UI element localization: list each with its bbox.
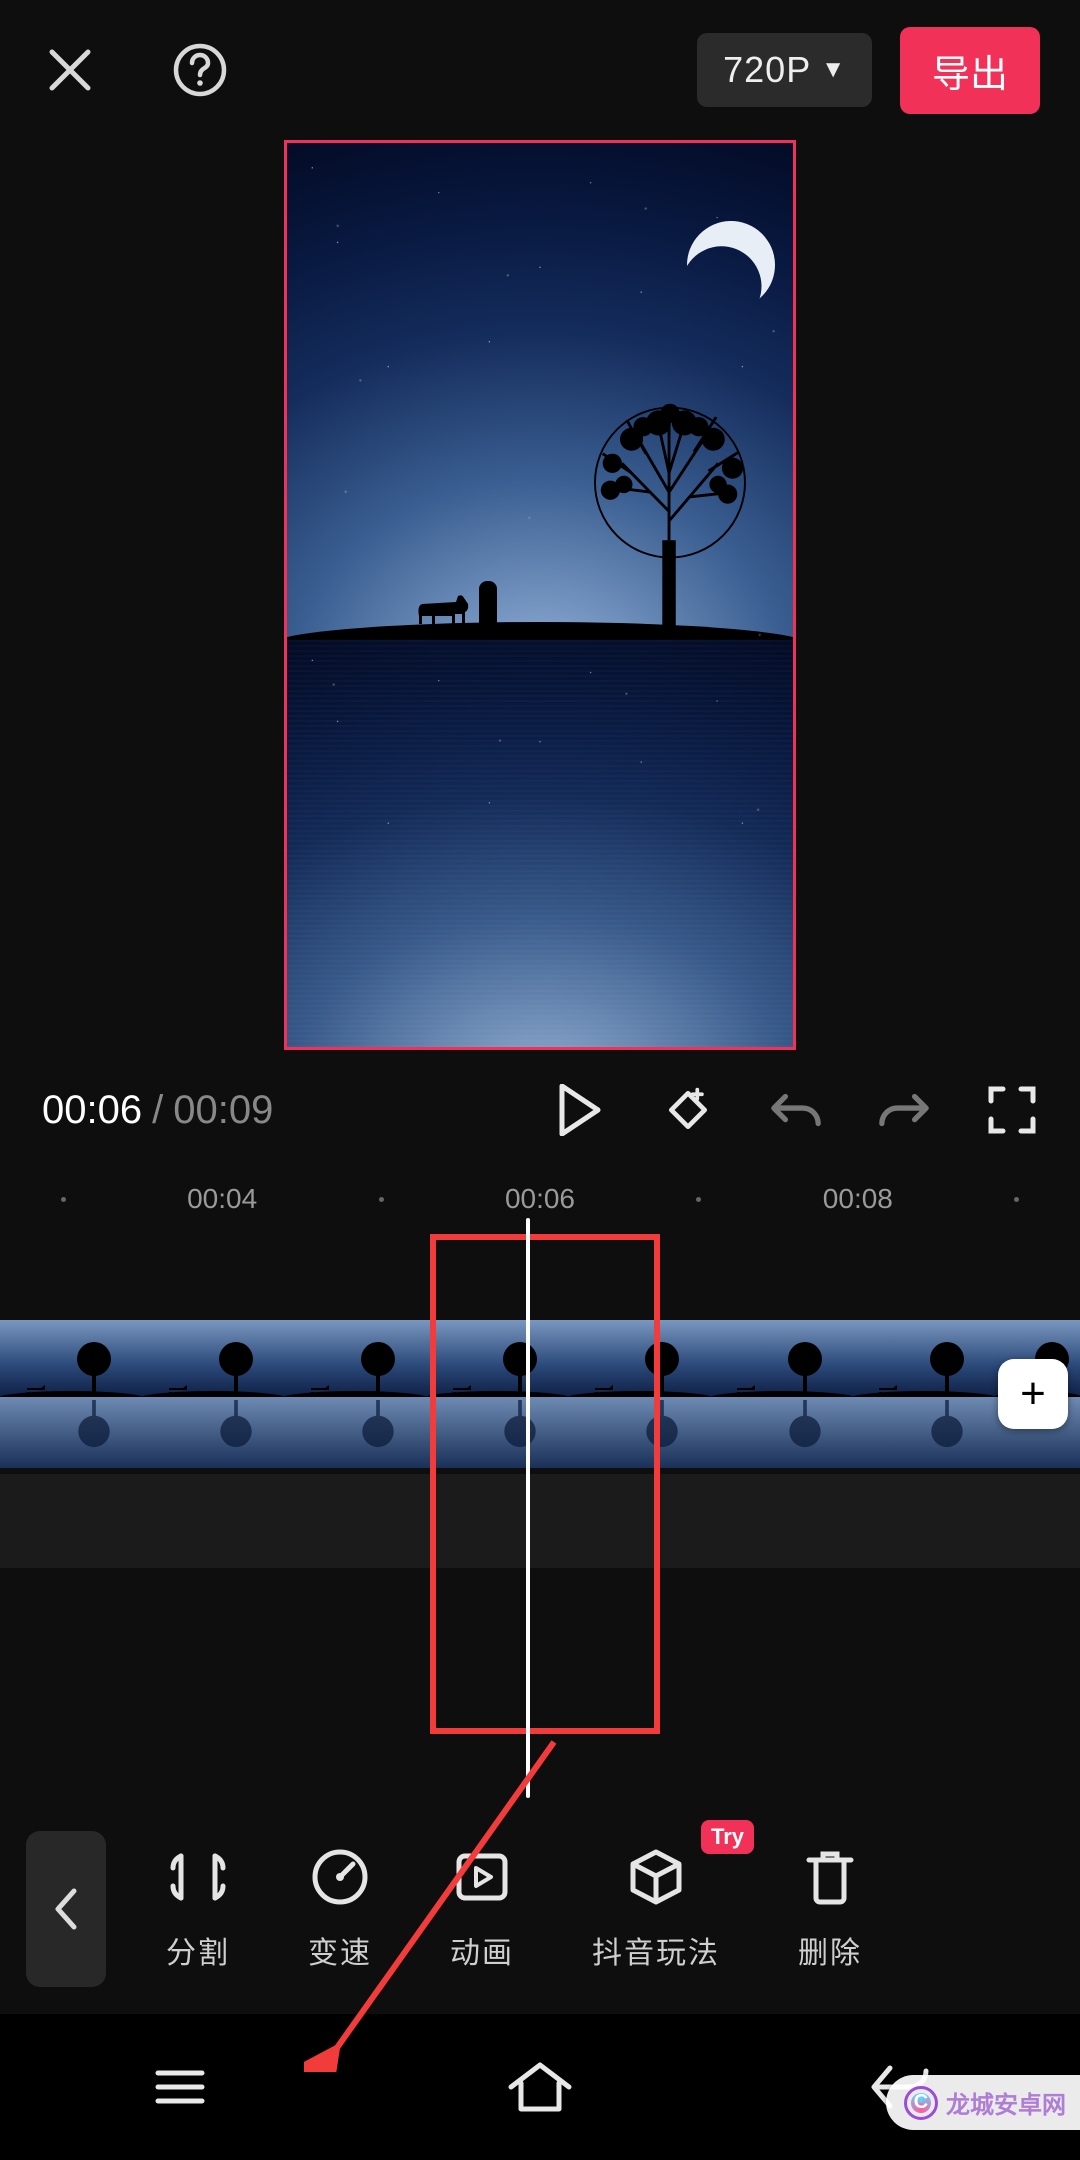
clip-thumbnail[interactable] [568,1320,710,1468]
playhead[interactable] [526,1218,530,1798]
audio-track[interactable] [0,1474,1080,1568]
tool-douyin-effects[interactable]: Try 抖音玩法 [592,1846,720,1972]
video-track[interactable]: + [0,1320,1080,1468]
resolution-label: 720P [723,49,811,91]
caret-down-icon: ▼ [821,56,846,84]
animation-icon [451,1846,513,1908]
redo-button[interactable] [878,1084,930,1136]
tool-label: 分割 [166,1928,230,1972]
keyframe-button[interactable] [662,1084,714,1136]
watermark-logo-icon [904,2086,938,2120]
video-preview[interactable] [284,140,796,1050]
nav-home-button[interactable] [503,2050,577,2124]
plus-icon: + [1020,1369,1046,1419]
tool-delete[interactable]: 删除 [798,1846,862,1972]
clip-thumbnail[interactable] [711,1320,853,1468]
tool-split[interactable]: 分割 [166,1846,230,1972]
cube-icon [625,1846,687,1908]
watermark: 龙城安卓网 [886,2075,1080,2130]
ruler-mark: 00:06 [505,1183,575,1215]
clip-thumbnail[interactable] [284,1320,426,1468]
tool-label: 删除 [798,1928,862,1972]
timeline[interactable]: 00:04 00:06 00:08 + [0,1170,1080,1740]
clip-thumbnail[interactable] [0,1320,142,1468]
watermark-text: 龙城安卓网 [946,2085,1066,2120]
resolution-dropdown[interactable]: 720P ▼ [697,33,872,107]
tool-speed[interactable]: 变速 [308,1846,372,1972]
fullscreen-button[interactable] [986,1084,1038,1136]
delete-icon [799,1846,861,1908]
close-button[interactable] [40,40,100,100]
tool-label: 变速 [308,1928,372,1972]
ruler-mark: 00:04 [187,1183,257,1215]
tool-label: 动画 [450,1928,514,1972]
tool-animation[interactable]: 动画 [450,1846,514,1972]
export-button[interactable]: 导出 [900,27,1040,114]
export-label: 导出 [932,54,1008,96]
try-badge: Try [701,1820,754,1854]
clip-thumbnail[interactable] [853,1320,995,1468]
nav-menu-button[interactable] [143,2050,217,2124]
ruler-mark: 00:08 [823,1183,893,1215]
clip-thumbnail[interactable] [142,1320,284,1468]
tool-label: 抖音玩法 [592,1928,720,1972]
speed-icon [309,1846,371,1908]
add-clip-button[interactable]: + [998,1359,1068,1429]
undo-button[interactable] [770,1084,822,1136]
total-duration: 00:09 [173,1088,273,1133]
time-separator: / [152,1088,163,1133]
current-time: 00:06 [42,1088,142,1133]
help-button[interactable] [170,40,230,100]
play-button[interactable] [554,1084,606,1136]
split-icon [167,1846,229,1908]
time-ruler: 00:04 00:06 00:08 [0,1170,1080,1230]
back-button[interactable] [26,1831,106,1987]
clip-thumbnail[interactable] [426,1320,568,1468]
